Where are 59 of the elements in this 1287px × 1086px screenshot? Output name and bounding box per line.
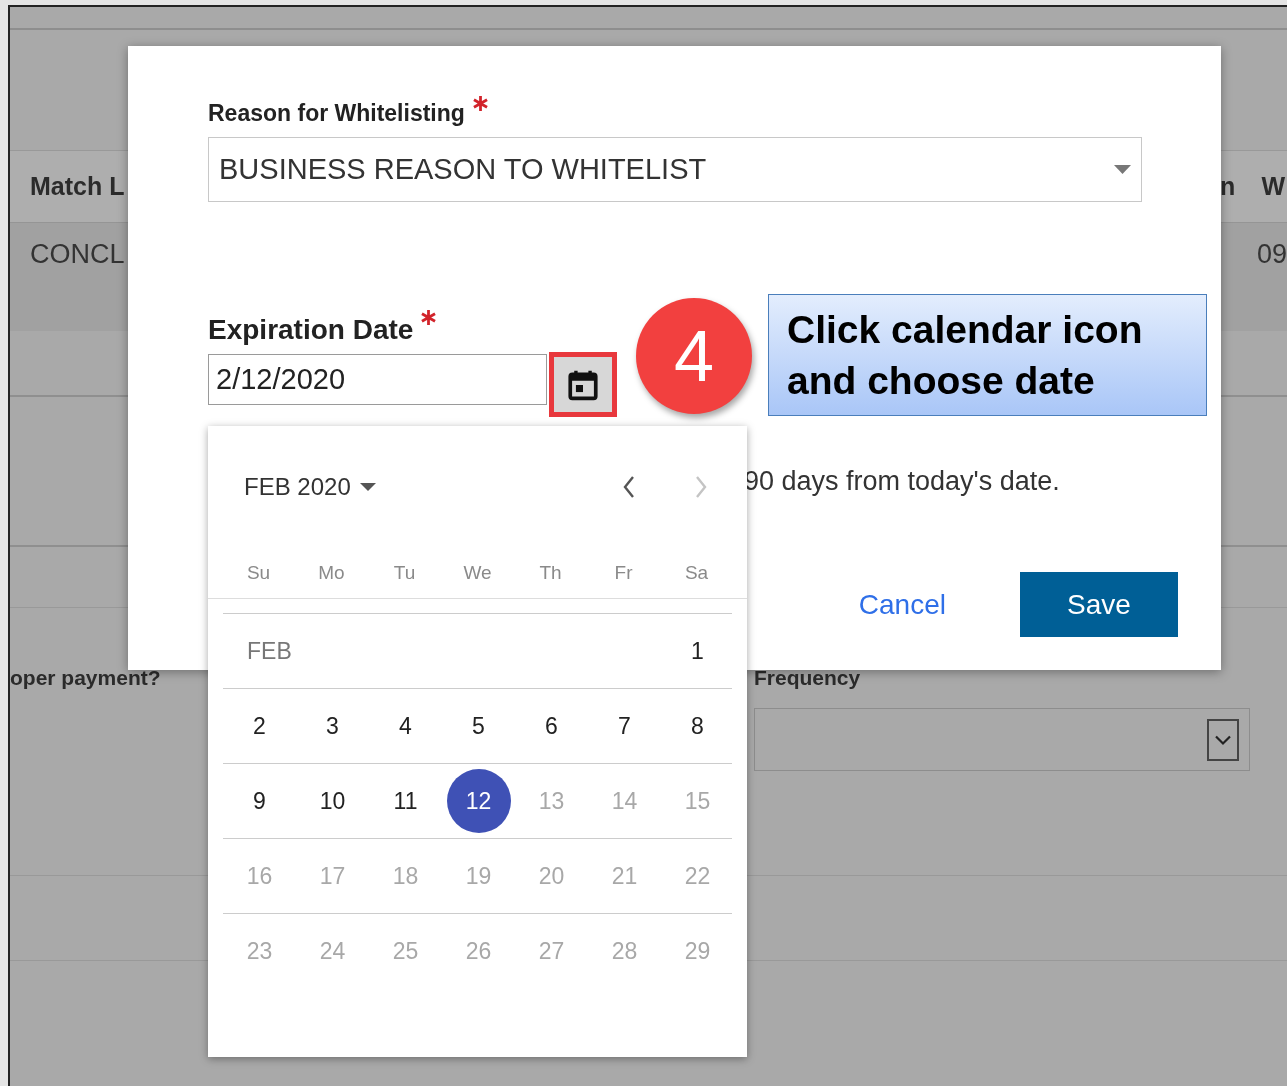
day-cell: 26 [446, 919, 511, 983]
day-cell[interactable]: 8 [665, 694, 730, 758]
day-cell: 14 [592, 769, 657, 833]
day-cell: 22 [665, 844, 730, 908]
weekday-label: Fr [614, 562, 633, 584]
field-label: oper payment? [10, 666, 161, 690]
weekday-label: Sa [684, 562, 709, 584]
day-cell: 16 [227, 844, 292, 908]
reason-select[interactable]: BUSINESS REASON TO WHITELIST [208, 137, 1142, 202]
day-cell: 23 [227, 919, 292, 983]
day-cell: 13 [519, 769, 584, 833]
day-cell[interactable]: 2 [227, 694, 292, 758]
callout-text: Click calendar icon and choose date [768, 294, 1207, 416]
day-cell: 29 [665, 919, 730, 983]
month-label: FEB [246, 637, 292, 665]
day-cell: 17 [300, 844, 365, 908]
day-cell: 27 [519, 919, 584, 983]
weekday-label: Th [539, 562, 562, 584]
day-cell[interactable]: 5 [446, 694, 511, 758]
day-cell: 28 [592, 919, 657, 983]
day-cell[interactable]: 11 [373, 769, 438, 833]
day-cell: 19 [446, 844, 511, 908]
day-cell: 24 [300, 919, 365, 983]
weekday-label: Su [246, 562, 271, 584]
column-header: Match L [30, 172, 125, 201]
column-header: n [1220, 172, 1236, 201]
date-input[interactable]: 2/12/2020 [208, 354, 547, 405]
table-cell: CONCL [30, 239, 125, 270]
field-label: Reason for Whitelisting [208, 100, 465, 127]
weekday-label: We [463, 562, 492, 584]
field-label: Frequency [754, 666, 862, 690]
day-cell[interactable]: 10 [300, 769, 365, 833]
save-button[interactable]: Save [1020, 572, 1178, 637]
day-cell: 18 [373, 844, 438, 908]
chevron-right-icon [694, 475, 708, 499]
select-value: BUSINESS REASON TO WHITELIST [219, 153, 707, 186]
chevron-left-icon [622, 475, 636, 499]
caret-down-icon [359, 483, 376, 491]
calendar-button[interactable] [549, 352, 617, 417]
day-cell[interactable]: 1 [665, 619, 730, 683]
selected-day[interactable]: 12 [446, 769, 511, 833]
day-cell: 15 [665, 769, 730, 833]
month-year-selector[interactable]: FEB 2020 [244, 473, 376, 501]
day-cell[interactable]: 3 [300, 694, 365, 758]
day-cell[interactable]: 6 [519, 694, 584, 758]
field-label: Expiration Date [208, 314, 414, 346]
day-cell: 25 [373, 919, 438, 983]
column-header: W [1261, 172, 1285, 201]
table-cell: 09 [1256, 239, 1287, 270]
chevron-down-icon [1207, 718, 1239, 761]
caret-down-icon [1114, 165, 1131, 174]
day-cell[interactable]: 9 [227, 769, 292, 833]
day-cell: 21 [592, 844, 657, 908]
weekday-label: Tu [393, 562, 416, 584]
day-cell[interactable]: 7 [592, 694, 657, 758]
day-cell[interactable]: 4 [373, 694, 438, 758]
day-cell: 20 [519, 844, 584, 908]
weekday-label: Mo [318, 562, 345, 584]
cancel-link[interactable]: Cancel [858, 588, 946, 621]
